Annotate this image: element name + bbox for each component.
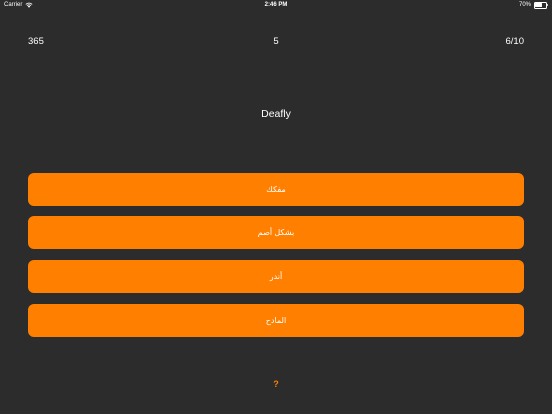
- quiz-screen: Carrier 2:46 PM 70% 365 5 6/10 Deafly مف…: [0, 0, 552, 414]
- battery-percent: 70%: [518, 2, 531, 8]
- question-progress: 6/10: [505, 36, 525, 47]
- battery-fill: [535, 3, 542, 7]
- battery-icon: [534, 2, 548, 9]
- stats-row: 365 5 6/10: [28, 35, 524, 49]
- question-word: Deafly: [261, 108, 291, 120]
- streak-counter: 5: [273, 36, 279, 47]
- status-bar: Carrier 2:46 PM 70%: [0, 0, 552, 10]
- answer-option-1[interactable]: مفكك: [28, 173, 524, 206]
- answer-option-4[interactable]: المادح: [28, 304, 524, 337]
- status-time: 2:46 PM: [264, 2, 288, 8]
- answer-option-2[interactable]: بشكل أصم: [28, 216, 524, 249]
- help-button[interactable]: ?: [266, 376, 286, 392]
- answer-option-3[interactable]: أندر: [28, 260, 524, 293]
- status-right: 70%: [519, 0, 548, 10]
